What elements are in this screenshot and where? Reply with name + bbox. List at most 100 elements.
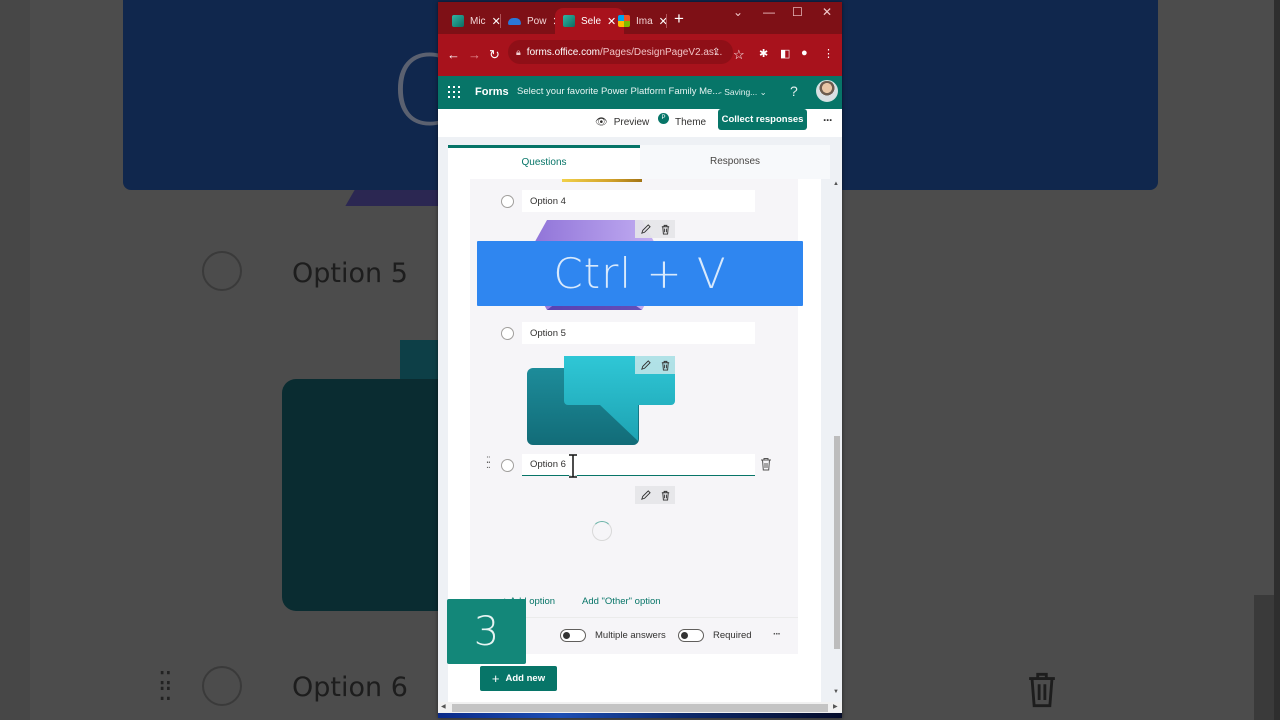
option-radio[interactable] [501,459,514,472]
address-bar-row: ← → ↻ 🔒︎ forms.office.com/Pages/DesignPa… [438,34,842,76]
add-other-option-link[interactable]: Add "Other" option [582,596,661,607]
add-new-label: Add new [505,673,546,684]
theme-button[interactable]: P Theme [658,113,707,128]
option-input[interactable] [522,190,755,212]
new-tab-button[interactable]: + [674,9,684,29]
loading-spinner [592,521,612,541]
edit-pencil-icon[interactable] [640,223,651,235]
drag-handle-icon[interactable]: ⁚⁚ ⁚⁚ [486,456,491,470]
multiple-answers-label: Multiple answers [595,630,666,641]
scroll-up-icon[interactable]: ▲ [833,181,839,187]
trash-icon[interactable] [660,360,671,371]
tab-separator [666,14,667,28]
extensions-icon[interactable]: ✱ [759,47,768,60]
forms-header: Forms Select your favorite Power Platfor… [438,76,842,109]
scroll-right-icon[interactable]: ▶ [833,703,838,710]
option-radio[interactable] [501,327,514,340]
background-drag-handle-icon: ⁚⁚ ⁚⁚ [158,666,172,706]
form-toolbar: 👁︎ Preview P Theme Collect responses ··· [438,109,842,137]
step-number-badge: 3 [447,599,526,664]
maximize-button[interactable]: ☐ [792,5,803,19]
tab-responses[interactable]: Responses [640,145,830,179]
required-label: Required [713,630,752,641]
background-edge [1274,0,1280,720]
app-launcher-icon[interactable] [448,86,460,98]
tab-title: Pow [527,15,547,27]
scrollbar-thumb[interactable] [834,436,840,649]
background-radio [202,666,242,706]
trash-icon[interactable] [660,490,671,501]
profile-icon[interactable]: ● [801,47,808,59]
delete-option-icon[interactable] [760,457,772,471]
reload-icon[interactable]: ↻ [489,47,500,63]
desktop-wallpaper-strip [438,713,842,718]
designer-tabs: Questions Responses [448,145,830,179]
tab-title: Ima [636,15,653,27]
scrollbar-thumb[interactable] [452,704,828,712]
save-status[interactable]: - Saving... ⌄ [719,87,767,98]
microsoft-icon [618,15,630,27]
url-input[interactable]: 🔒︎ forms.office.com/Pages/DesignPageV2.a… [508,40,733,64]
add-new-button[interactable]: + Add new [480,666,557,691]
option-radio[interactable] [501,195,514,208]
preview-label: Preview [613,117,650,128]
scroll-down-icon[interactable]: ▼ [833,689,839,695]
forms-icon [563,15,575,27]
image-tools [635,356,675,374]
background-trash-icon [1029,672,1055,708]
preview-button[interactable]: 👁︎ Preview [595,117,649,128]
background-option-5: Option 5 [292,258,408,289]
background-option-6: Option 6 [292,672,408,703]
question-more-icon[interactable]: ··· [773,629,781,640]
tab-questions[interactable]: Questions [448,145,640,179]
scroll-left-icon[interactable]: ◀ [441,703,446,710]
image-tools [635,220,675,238]
user-avatar[interactable] [816,80,838,102]
eye-icon: 👁︎ [595,117,608,128]
theme-label: Theme [675,117,707,128]
tab-search-icon[interactable]: ⌄ [733,5,743,19]
required-toggle[interactable] [678,629,704,642]
option-input[interactable] [522,454,755,476]
text-cursor-icon [569,454,577,478]
edit-pencil-icon[interactable] [640,489,651,501]
bookmark-star-icon[interactable]: ☆ [733,47,745,63]
tab-title: Mic [470,15,486,27]
tab-strip: Mic ✕ Pow ✕ Sele ✕ Ima ✕ + ⌄ — ☐ ✕ [438,2,842,34]
forward-icon[interactable]: → [468,47,481,62]
url-path: /Pages/DesignPageV2.as... [599,46,723,58]
help-icon[interactable]: ? [790,83,798,99]
option-row [470,322,798,346]
form-title[interactable]: Select your favorite Power Platform Fami… [517,86,720,97]
keyboard-shortcut-overlay: Ctrl + V [477,241,803,306]
theme-icon: P [658,113,669,124]
background-edge [0,0,30,720]
tab-title: Sele [581,15,602,27]
back-icon[interactable]: ← [447,47,460,62]
share-icon[interactable]: ⇪ [712,47,720,58]
plus-icon: + [491,671,500,686]
save-status-text: - Saving... [719,87,758,97]
background-radio [202,251,242,291]
close-window-button[interactable]: ✕ [822,5,832,19]
vertical-scrollbar[interactable]: ▲ ▼ [830,179,842,702]
onedrive-icon [508,17,521,25]
more-options-icon[interactable]: ··· [823,113,833,127]
url-host: forms.office.com [526,46,600,58]
minimize-button[interactable]: — [763,5,775,19]
image-strip [562,179,642,182]
collect-responses-button[interactable]: Collect responses [718,109,807,130]
edit-pencil-icon[interactable] [640,359,651,371]
browser-menu-icon[interactable]: ⋮ [823,47,834,60]
multiple-answers-toggle[interactable] [560,629,586,642]
option-input[interactable] [522,322,755,344]
lock-icon: 🔒︎ [516,46,521,57]
option-row [470,190,798,214]
side-panel-icon[interactable]: ◧ [780,47,790,60]
forms-icon [452,15,464,27]
image-tools [635,486,675,504]
option-row-active: ⁚⁚ ⁚⁚ [470,454,798,478]
trash-icon[interactable] [660,224,671,235]
chevron-down-icon: ⌄ [759,87,767,97]
app-name[interactable]: Forms [475,86,509,98]
